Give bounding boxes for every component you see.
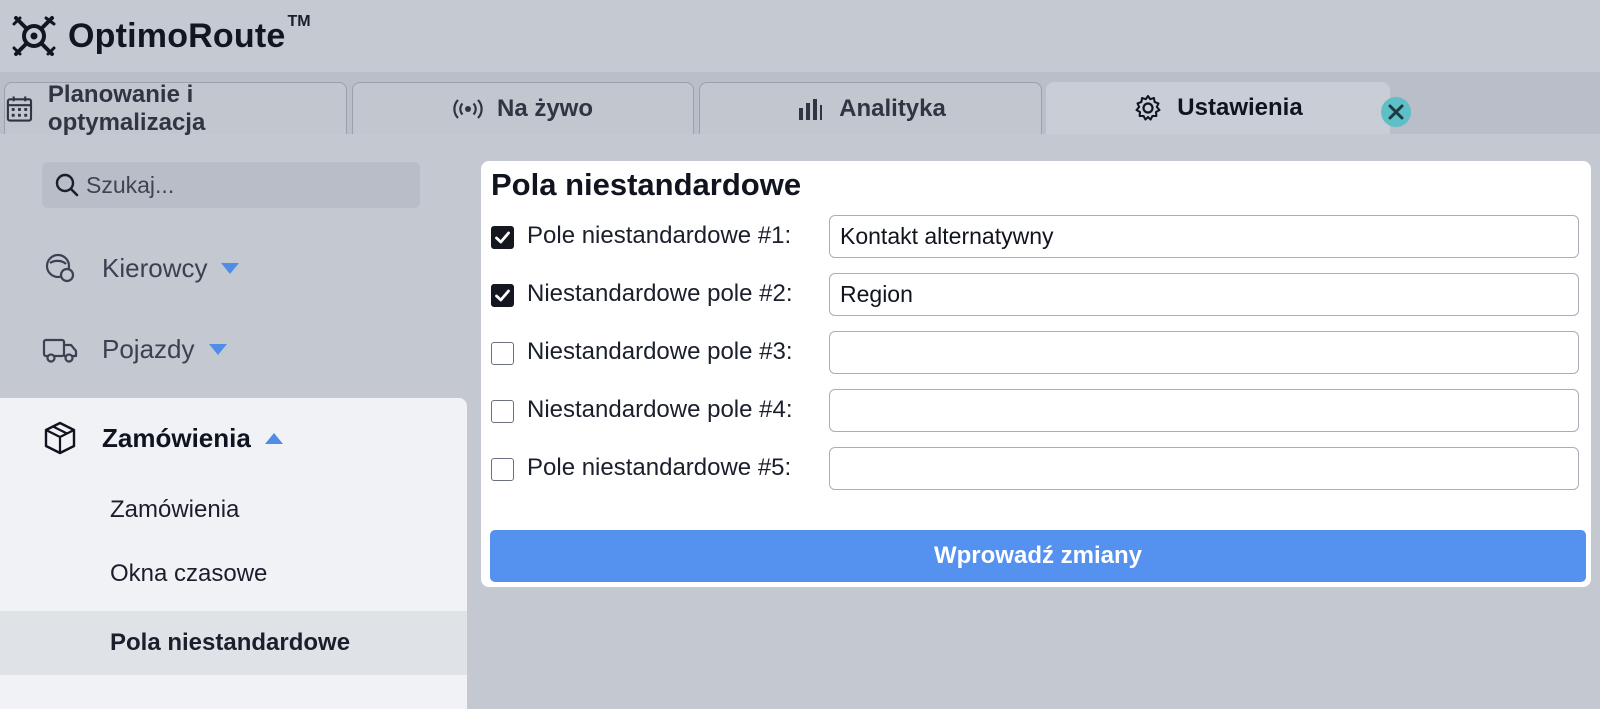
custom-field-checkbox-1[interactable] [491,226,514,249]
custom-field-label-4: Niestandardowe pole #4: [527,396,793,423]
trademark: TM [287,13,311,30]
tab-planning[interactable]: Planowanie i optymalizacja [4,80,347,136]
caret-down-icon [208,343,227,355]
sidebar-item-orders[interactable]: Zamówienia [0,398,467,478]
caret-down-icon [221,262,240,274]
custom-fields-panel: Pola niestandardowe Pole niestandardowe … [481,161,1591,587]
sidebar: Kierowcy Pojazdy Zamówienia Zamówienia O… [0,134,467,709]
custom-field-label-2: Niestandardowe pole #2: [527,280,793,307]
sidebar-subitem-label: Pola niestandardowe [110,629,351,656]
logo: OptimoRoute TM [10,10,311,62]
sidebar-subitem-time-windows[interactable]: Okna czasowe [0,542,467,606]
custom-field-row-3: Niestandardowe pole #3: [491,331,1585,380]
sidebar-item-label: Kierowcy [102,252,208,283]
sidebar-item-label: Zamówienia [102,422,251,453]
gear-icon [1135,95,1161,121]
sidebar-subitem-label: Okna czasowe [110,560,268,587]
search-icon [55,173,79,197]
custom-field-row-5: Pole niestandardowe #5: [491,447,1585,496]
checkmark-icon [495,231,510,244]
custom-field-label-3: Niestandardowe pole #3: [527,338,793,365]
bar-chart-icon [799,98,823,120]
sidebar-subitem-label: Zamówienia [110,496,240,523]
calendar-icon [6,95,33,122]
orders-section: Zamówienia Zamówienia Okna czasowe Pola … [0,398,467,709]
sidebar-item-drivers[interactable]: Kierowcy [0,228,467,308]
drivers-icon [45,253,75,283]
custom-field-input-1[interactable] [829,215,1579,258]
live-signal-icon [453,98,483,119]
custom-field-checkbox-5[interactable] [491,458,514,481]
custom-field-checkbox-3[interactable] [491,342,514,365]
tab-analytics[interactable]: Analityka [699,82,1042,134]
optimoroute-logo-icon [12,16,56,56]
search-input[interactable] [86,171,406,199]
custom-field-row-2: Niestandardowe pole #2: [491,273,1585,322]
sidebar-search[interactable] [42,162,420,208]
tab-live[interactable]: Na żywo [352,82,694,134]
tab-label: Analityka [839,94,946,122]
sidebar-item-vehicles[interactable]: Pojazdy [0,309,467,389]
tab-label: Planowanie i optymalizacja [47,80,206,136]
sidebar-subitem-custom-fields[interactable]: Pola niestandardowe [0,611,467,675]
custom-field-label-5: Pole niestandardowe #5: [527,454,792,481]
sidebar-subitem-orders[interactable]: Zamówienia [0,478,467,542]
sidebar-item-label: Pojazdy [102,333,195,364]
custom-field-input-2[interactable] [829,273,1579,316]
caret-up-icon [264,432,283,444]
checkmark-icon [495,289,510,302]
custom-field-input-3[interactable] [829,331,1579,374]
close-tab-button[interactable] [1381,97,1411,127]
app-name: OptimoRoute [68,16,286,55]
custom-field-row-1: Pole niestandardowe #1: [491,215,1585,264]
custom-field-checkbox-2[interactable] [491,284,514,307]
custom-field-input-5[interactable] [829,447,1579,490]
panel-title: Pola niestandardowe [491,167,802,202]
custom-field-input-4[interactable] [829,389,1579,432]
app-header: OptimoRoute TM [0,0,1600,72]
custom-field-checkbox-4[interactable] [491,400,514,423]
custom-field-row-4: Niestandardowe pole #4: [491,389,1585,438]
close-icon [1388,104,1404,120]
tab-label: Ustawienia [1177,94,1303,121]
truck-icon [42,338,78,363]
package-icon [44,421,76,455]
tab-label: Na żywo [496,94,594,122]
apply-changes-button[interactable]: Wprowadź zmiany [490,530,1586,582]
custom-field-label-1: Pole niestandardowe #1: [527,222,792,249]
tab-settings[interactable]: Ustawienia [1046,82,1390,134]
